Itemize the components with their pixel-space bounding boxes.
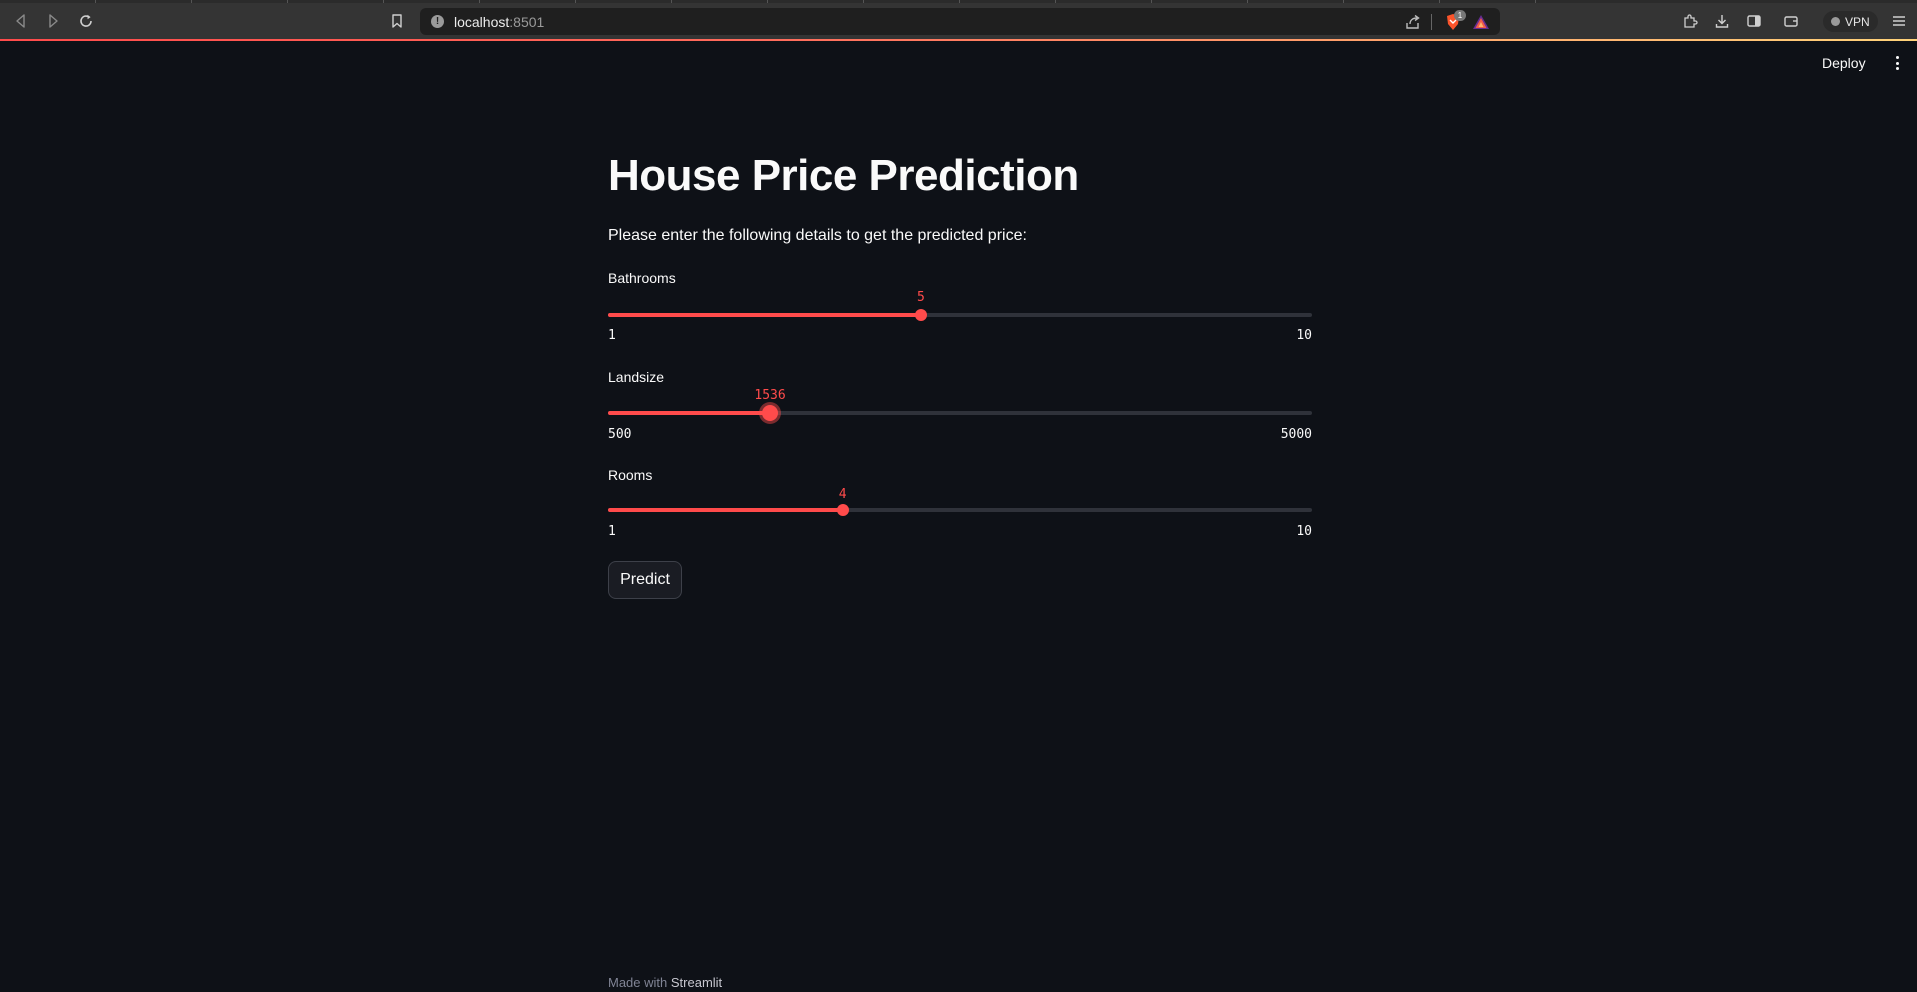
- app-loading-bar: [0, 39, 1917, 41]
- slider-label: Landsize: [608, 369, 665, 385]
- deploy-button[interactable]: Deploy: [1818, 53, 1870, 73]
- reload-icon[interactable]: [74, 9, 98, 33]
- slider-track[interactable]: [608, 405, 1312, 421]
- slider-landsize: Landsize 1536 500 5000: [608, 369, 1312, 459]
- footer-streamlit-link[interactable]: Streamlit: [671, 975, 722, 990]
- vpn-label: VPN: [1845, 14, 1870, 29]
- footer-made-with: Made with: [608, 975, 668, 990]
- slider-rooms: Rooms 4 1 10: [608, 467, 1312, 557]
- slider-thumb[interactable]: [914, 309, 927, 321]
- slider-max: 10: [1296, 328, 1312, 343]
- slider-label: Bathrooms: [608, 270, 676, 286]
- slider-min: 1: [608, 328, 616, 343]
- site-info-icon[interactable]: !: [431, 15, 444, 28]
- slider-fill: [608, 313, 921, 317]
- page-title: House Price Prediction: [608, 151, 1079, 200]
- sidebar-icon[interactable]: [1742, 9, 1766, 33]
- menu-icon[interactable]: [1887, 9, 1911, 33]
- wallet-icon[interactable]: [1779, 9, 1803, 33]
- browser-toolbar: ! localhost:8501 1 VPN: [0, 3, 1917, 39]
- main-menu-icon[interactable]: [1889, 54, 1905, 72]
- slider-fill: [608, 508, 843, 512]
- slider-bathrooms: Bathrooms 5 1 10: [608, 270, 1312, 360]
- slider-min: 1: [608, 524, 616, 539]
- vpn-status-icon: [1831, 17, 1840, 26]
- slider-min: 500: [608, 427, 632, 442]
- slider-max: 5000: [1280, 427, 1312, 442]
- download-icon[interactable]: [1710, 9, 1734, 33]
- footer: Made with Streamlit: [608, 975, 722, 990]
- predict-button[interactable]: Predict: [608, 561, 682, 599]
- forward-icon[interactable]: [41, 9, 65, 33]
- slider-track[interactable]: [608, 309, 1312, 321]
- address-bar-divider: [1431, 14, 1432, 30]
- share-icon[interactable]: [1404, 13, 1422, 31]
- slider-value: 5: [916, 290, 925, 305]
- shields-badge: 1: [1454, 10, 1466, 21]
- address-bar[interactable]: ! localhost:8501 1: [420, 8, 1500, 35]
- brave-shields-icon[interactable]: 1: [1444, 10, 1466, 31]
- slider-track[interactable]: [608, 504, 1312, 516]
- slider-value: 1536: [754, 388, 786, 403]
- extensions-icon[interactable]: [1678, 9, 1702, 33]
- slider-fill: [608, 411, 771, 415]
- slider-max: 10: [1296, 524, 1312, 539]
- back-icon[interactable]: [9, 9, 33, 33]
- url-text: localhost:8501: [454, 14, 545, 30]
- bookmark-icon[interactable]: [385, 9, 409, 33]
- slider-thumb[interactable]: [762, 405, 779, 421]
- vpn-button[interactable]: VPN: [1823, 11, 1878, 32]
- slider-value: 4: [838, 487, 847, 502]
- slider-label: Rooms: [608, 467, 653, 483]
- slider-thumb[interactable]: [836, 504, 849, 516]
- page-subtitle: Please enter the following details to ge…: [608, 227, 1027, 244]
- brave-rewards-icon[interactable]: [1472, 13, 1490, 31]
